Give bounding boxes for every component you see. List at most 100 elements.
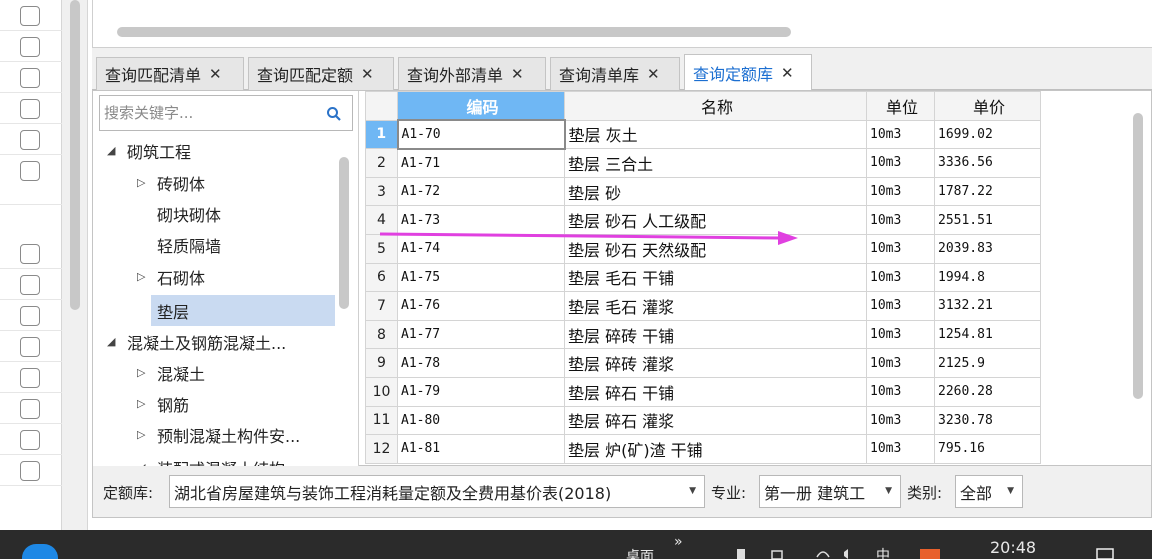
expand-arrow-icon[interactable]: ▷ [137, 428, 157, 441]
row-checkbox[interactable] [20, 306, 40, 326]
tree-node-masonry[interactable]: ◢ 砌筑工程 [107, 135, 191, 166]
cell-code[interactable]: A1-73 [397, 205, 565, 235]
cell-price[interactable]: 1994.8 [934, 262, 1041, 293]
column-header-name[interactable]: 名称 [564, 91, 867, 121]
network-icon[interactable] [770, 547, 784, 559]
row-checkbox[interactable] [20, 368, 40, 388]
table-row[interactable]: 8 A1-77 垫层 碎砖 干铺 10m3 1254.81 [365, 319, 1041, 350]
table-row[interactable]: 10 A1-79 垫层 碎石 干铺 10m3 2260.28 [365, 376, 1041, 407]
cell-name[interactable]: 垫层 砂石 天然级配 [564, 233, 867, 264]
cell-unit[interactable]: 10m3 [866, 405, 935, 436]
table-row[interactable]: 3 A1-72 垫层 砂 10m3 1787.22 [365, 176, 1041, 207]
cell-unit[interactable]: 10m3 [866, 176, 935, 207]
table-row[interactable]: 5 A1-74 垫层 砂石 天然级配 10m3 2039.83 [365, 233, 1041, 264]
row-checkbox[interactable] [20, 244, 40, 264]
cell-name[interactable]: 垫层 毛石 灌浆 [564, 291, 867, 321]
tree-node-light-partition[interactable]: 轻质隔墙 [157, 229, 221, 260]
cell-price[interactable]: 3230.78 [934, 405, 1041, 436]
horizontal-scrollbar-thumb[interactable] [117, 27, 791, 37]
app-tray-icon[interactable] [920, 547, 940, 559]
cell-price[interactable]: 1699.02 [934, 119, 1041, 150]
tree-node-stone-masonry[interactable]: ▷ 石砌体 [137, 261, 205, 292]
expand-arrow-icon[interactable]: ▷ [137, 366, 157, 379]
notification-icon[interactable] [1096, 547, 1114, 559]
clock-time[interactable]: 20:48 [990, 538, 1036, 557]
table-row[interactable]: 1 A1-70 垫层 灰土 10m3 1699.02 [365, 119, 1041, 150]
tree-node-prefab-structure[interactable]: ◢装配式混凝土结构... [137, 452, 300, 468]
column-header-code[interactable]: 编码 [397, 91, 565, 121]
cell-code[interactable]: A1-81 [397, 434, 565, 464]
cell-code[interactable]: A1-78 [397, 348, 565, 378]
security-icon[interactable] [734, 547, 748, 559]
row-checkbox[interactable] [20, 130, 40, 150]
cell-unit[interactable]: 10m3 [866, 205, 935, 235]
tree-node-block-masonry[interactable]: 砌块砌体 [157, 198, 221, 229]
close-icon[interactable]: ✕ [511, 65, 524, 83]
cell-name[interactable]: 垫层 炉(矿)渣 干铺 [564, 434, 867, 464]
cell-name[interactable]: 垫层 灰土 [564, 119, 867, 150]
search-icon[interactable] [326, 106, 342, 122]
cell-code[interactable]: A1-80 [397, 405, 565, 436]
cell-price[interactable]: 1254.81 [934, 319, 1041, 350]
cell-price[interactable]: 795.16 [934, 434, 1041, 464]
row-checkbox[interactable] [20, 37, 40, 57]
tab-query-matched-quota[interactable]: 查询匹配定额 ✕ [248, 57, 394, 90]
tree-node-rebar[interactable]: ▷ 钢筋 [137, 388, 189, 419]
expand-arrow-icon[interactable]: ▷ [137, 397, 157, 410]
cell-unit[interactable]: 10m3 [866, 291, 935, 321]
cell-name[interactable]: 垫层 碎砖 灌浆 [564, 348, 867, 378]
cell-name[interactable]: 垫层 碎石 干铺 [564, 376, 867, 407]
category-select[interactable]: 全部 ▼ [955, 475, 1023, 508]
row-checkbox[interactable] [20, 6, 40, 26]
cell-price[interactable]: 2125.9 [934, 348, 1041, 378]
row-checkbox[interactable] [20, 430, 40, 450]
cell-unit[interactable]: 10m3 [866, 233, 935, 264]
cell-price[interactable]: 2260.28 [934, 376, 1041, 407]
tree-scrollbar-thumb[interactable] [339, 157, 349, 309]
search-input[interactable] [100, 96, 320, 130]
cell-code[interactable]: A1-75 [397, 262, 565, 293]
row-checkbox[interactable] [20, 275, 40, 295]
volume-icon[interactable] [842, 547, 856, 559]
close-icon[interactable]: ✕ [361, 65, 374, 83]
cell-price[interactable]: 3336.56 [934, 148, 1041, 178]
dropdown-arrow-icon[interactable]: ▼ [1007, 486, 1014, 496]
cell-name[interactable]: 垫层 碎石 灌浆 [564, 405, 867, 436]
table-row[interactable]: 11 A1-80 垫层 碎石 灌浆 10m3 3230.78 [365, 405, 1041, 436]
table-row[interactable]: 7 A1-76 垫层 毛石 灌浆 10m3 3132.21 [365, 291, 1041, 321]
table-row[interactable]: 12 A1-81 垫层 炉(矿)渣 干铺 10m3 795.16 [365, 434, 1041, 464]
cell-code[interactable]: A1-71 [397, 148, 565, 178]
table-scrollbar-thumb[interactable] [1133, 113, 1143, 399]
tab-query-list-library[interactable]: 查询清单库 ✕ [550, 57, 680, 90]
cell-unit[interactable]: 10m3 [866, 119, 935, 150]
cell-name[interactable]: 垫层 碎砖 干铺 [564, 319, 867, 350]
tree-node-precast-install[interactable]: ▷ 预制混凝土构件安... [137, 419, 300, 450]
table-row[interactable]: 2 A1-71 垫层 三合土 10m3 3336.56 [365, 148, 1041, 178]
column-header-unit[interactable]: 单位 [866, 91, 935, 121]
cell-unit[interactable]: 10m3 [866, 262, 935, 293]
close-icon[interactable]: ✕ [781, 64, 794, 82]
cell-name[interactable]: 垫层 三合土 [564, 148, 867, 178]
cell-code[interactable]: A1-70 [396, 119, 566, 150]
cell-code[interactable]: A1-79 [397, 376, 565, 407]
chevron-right-icon[interactable]: » [674, 534, 683, 550]
tree-node-cushion[interactable]: 垫层 [151, 295, 335, 326]
cell-name[interactable]: 垫层 砂 [564, 176, 867, 207]
cell-unit[interactable]: 10m3 [866, 434, 935, 464]
expand-arrow-icon[interactable]: ▷ [137, 270, 157, 283]
cell-price[interactable]: 2039.83 [934, 233, 1041, 264]
collapse-arrow-icon[interactable]: ◢ [107, 144, 127, 157]
row-checkbox[interactable] [20, 161, 40, 181]
table-row[interactable]: 6 A1-75 垫层 毛石 干铺 10m3 1994.8 [365, 262, 1041, 293]
scrollbar-thumb[interactable] [70, 0, 80, 310]
cell-name[interactable]: 垫层 毛石 干铺 [564, 262, 867, 293]
tree-node-concrete[interactable]: ▷ 混凝土 [137, 357, 205, 388]
tree-node-concrete-rc[interactable]: ◢ 混凝土及钢筋混凝土... [107, 326, 286, 357]
cell-price[interactable]: 2551.51 [934, 205, 1041, 235]
row-checkbox[interactable] [20, 337, 40, 357]
dropdown-arrow-icon[interactable]: ▼ [885, 486, 892, 496]
row-checkbox[interactable] [20, 461, 40, 481]
cell-code[interactable]: A1-76 [397, 291, 565, 321]
major-select[interactable]: 第一册 建筑工 ▼ [759, 475, 901, 508]
collapse-arrow-icon[interactable]: ◢ [107, 335, 127, 348]
